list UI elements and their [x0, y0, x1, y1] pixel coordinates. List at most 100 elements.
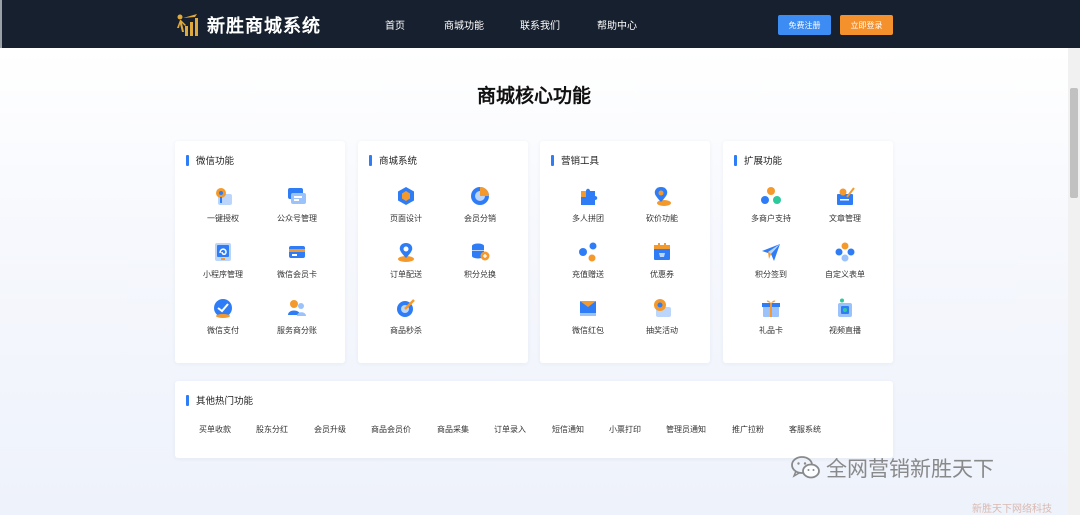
group-buy-icon [581, 188, 598, 205]
hot-feature-link[interactable]: 管理员通知 [666, 424, 706, 435]
card-header: 微信功能 [186, 153, 234, 167]
feature-item[interactable]: 微信红包 [546, 297, 630, 336]
nav-item-contact[interactable]: 联系我们 [520, 17, 560, 32]
coupon-icon [654, 243, 670, 260]
scrollbar-thumb[interactable] [1070, 88, 1078, 198]
hot-feature-link[interactable]: 商品会员价 [371, 424, 411, 435]
feature-label: 服务商分账 [277, 326, 317, 335]
site-logo[interactable]: 新胜商城系统 [175, 12, 321, 38]
points-exchange-icon [472, 243, 490, 261]
recharge-icon [579, 242, 597, 262]
top-navigation-bar: 新胜商城系统 首页 商城功能 联系我们 帮助中心 免费注册 立即登录 [0, 0, 1080, 48]
page-title: 商城核心功能 [476, 85, 591, 107]
nav-item-home[interactable]: 首页 [385, 17, 405, 32]
feature-label: 视频直播 [829, 326, 861, 335]
feature-item[interactable]: 自定义表单 [803, 241, 887, 280]
hot-feature-link[interactable]: 会员升级 [314, 424, 346, 435]
feature-item[interactable]: 多人拼团 [546, 185, 630, 224]
card-marketing-tools: 营销工具 多人拼团 砍价功能 充值赠送 优惠券 微信红包 抽奖活动 [540, 141, 710, 363]
feature-label: 文章管理 [829, 214, 861, 223]
feature-item[interactable]: 商品秒杀 [364, 297, 448, 336]
hot-feature-link[interactable]: 推广拉粉 [732, 424, 764, 435]
wechat-icon [791, 456, 820, 479]
distribution-icon [471, 187, 489, 205]
feature-item[interactable]: 多商户支持 [729, 185, 813, 224]
feature-label: 抽奖活动 [646, 326, 678, 335]
hot-feature-link[interactable]: 客服系统 [789, 424, 821, 435]
feature-item[interactable]: 视频直播 [803, 297, 887, 336]
login-button[interactable]: 立即登录 [840, 15, 893, 35]
feature-item[interactable]: 积分兑换 [438, 241, 522, 280]
flash-sale-icon [397, 299, 415, 317]
card-header: 商城系统 [369, 153, 417, 167]
feature-item[interactable]: 公众号管理 [255, 185, 339, 224]
feature-item[interactable]: 充值赠送 [546, 241, 630, 280]
feature-item[interactable]: 抽奖活动 [620, 297, 704, 336]
feature-label: 多人拼团 [572, 214, 604, 223]
hot-feature-link[interactable]: 订单录入 [494, 424, 526, 435]
feature-label: 积分签到 [755, 270, 787, 279]
feature-label: 会员分销 [464, 214, 496, 223]
feature-label: 积分兑换 [464, 270, 496, 279]
card-title: 扩展功能 [744, 156, 783, 167]
member-card-icon [289, 246, 305, 258]
feature-label: 砍价功能 [646, 214, 678, 223]
feature-item[interactable]: 订单配送 [364, 241, 448, 280]
wechat-pay-icon [214, 299, 232, 318]
feature-item[interactable]: 一键授权 [181, 185, 265, 224]
feature-label: 微信会员卡 [277, 270, 317, 279]
card-title: 其他热门功能 [196, 396, 254, 407]
feature-item[interactable]: 小程序管理 [181, 241, 265, 280]
split-account-icon [288, 300, 306, 316]
card-header: 扩展功能 [734, 153, 782, 167]
logo-icon [177, 14, 198, 36]
red-packet-icon [580, 301, 596, 316]
feature-item[interactable]: 文章管理 [803, 185, 887, 224]
feature-label: 订单配送 [390, 270, 422, 279]
card-header: 营销工具 [551, 153, 599, 167]
delivery-icon [398, 243, 414, 262]
bargain-icon [654, 187, 671, 206]
feature-label: 商品秒杀 [390, 326, 422, 335]
feature-item[interactable]: 积分签到 [729, 241, 813, 280]
feature-label: 页面设计 [390, 214, 422, 223]
feature-label: 一键授权 [207, 214, 239, 223]
feature-item[interactable]: 页面设计 [364, 185, 448, 224]
watermark: 全网营销新胜天下 [790, 453, 994, 483]
hot-feature-link[interactable]: 小票打印 [609, 424, 641, 435]
card-title: 商城系统 [379, 156, 418, 167]
card-wechat-features: 微信功能 一键授权 公众号管理 小程序管理 微信会员卡 微信支付 服务商分账 [175, 141, 345, 363]
page-design-icon [398, 187, 414, 205]
mini-program-icon [215, 243, 231, 261]
lottery-icon [654, 299, 671, 317]
feature-item[interactable]: 服务商分账 [255, 297, 339, 336]
card-other-hot-features: 其他热门功能 买单收款 股东分红 会员升级 商品会员价 商品采集 订单录入 短信… [175, 381, 893, 458]
feature-item[interactable]: 微信会员卡 [255, 241, 339, 280]
feature-item[interactable]: 礼品卡 [729, 297, 813, 336]
accent-bar [551, 154, 554, 166]
feature-label: 充值赠送 [572, 270, 604, 279]
feature-item[interactable]: 优惠券 [620, 241, 704, 280]
feature-label: 微信红包 [572, 326, 604, 335]
hot-feature-link[interactable]: 股东分红 [256, 424, 288, 435]
article-icon [837, 187, 855, 205]
main-content: 商城核心功能 微信功能 一键授权 公众号管理 小程序管理 微信会员卡 微信支付 … [0, 48, 1068, 515]
hot-feature-link[interactable]: 商品采集 [437, 424, 469, 435]
live-video-icon [838, 298, 852, 317]
nav-item-help[interactable]: 帮助中心 [597, 17, 637, 32]
watermark-subtext: 新胜天下网络科技 [972, 504, 1052, 515]
hot-feature-link[interactable]: 买单收款 [199, 424, 231, 435]
feature-item[interactable]: 会员分销 [438, 185, 522, 224]
hot-feature-link[interactable]: 短信通知 [552, 424, 584, 435]
gift-card-icon [762, 300, 780, 317]
vertical-scrollbar[interactable] [1068, 48, 1080, 515]
card-mall-system: 商城系统 页面设计 会员分销 订单配送 积分兑换 商品秒杀 [358, 141, 528, 363]
watermark-text: 全网营销新胜天下 [826, 457, 994, 481]
feature-item[interactable]: 微信支付 [181, 297, 265, 336]
accent-bar [186, 154, 189, 166]
register-button[interactable]: 免费注册 [778, 15, 831, 35]
feature-item[interactable]: 砍价功能 [620, 185, 704, 224]
accent-bar [734, 154, 737, 166]
feature-label: 微信支付 [207, 326, 239, 335]
nav-item-features[interactable]: 商城功能 [444, 17, 484, 32]
